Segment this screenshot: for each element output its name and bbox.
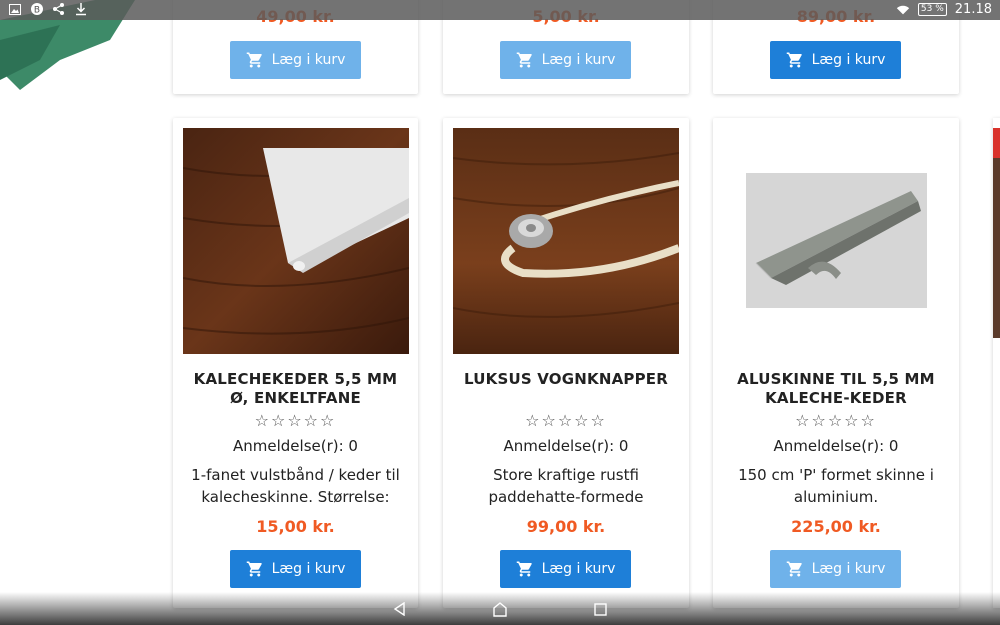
product-title[interactable]: KALECHEKEDER 5,5 MM Ø, ENKELTFANE	[183, 370, 408, 408]
review-count: Anmeldelse(r): 0	[503, 437, 629, 455]
product-price: 15,00 kr.	[256, 517, 335, 536]
product-image-partial	[993, 128, 1000, 338]
product-card: ALUSKINNE TIL 5,5 MM KALECHE-KEDER ☆☆☆☆☆…	[713, 118, 959, 608]
status-bar: B 53 % 21.18	[0, 0, 1000, 20]
product-image-vognknapper[interactable]	[453, 128, 679, 354]
cart-icon	[786, 51, 804, 69]
image-icon	[8, 2, 22, 16]
product-title[interactable]: ALUSKINNE TIL 5,5 MM KALECHE-KEDER	[723, 370, 949, 408]
sync-icon: B	[30, 2, 44, 16]
button-label: Læg i kurv	[811, 52, 886, 68]
description-line: kalecheskinne. Størrelse:	[201, 488, 390, 506]
cart-icon	[786, 560, 804, 578]
rating-stars: ☆☆☆☆☆	[254, 411, 337, 430]
add-to-cart-button[interactable]: Læg i kurv	[230, 41, 361, 79]
product-description: 1-fanet vulstbånd / keder til kalecheski…	[181, 464, 410, 508]
product-title[interactable]: LUKSUS VOGNKNAPPER	[453, 370, 679, 389]
home-icon[interactable]	[490, 600, 510, 618]
description-line: aluminium.	[793, 488, 879, 506]
clock: 21.18	[954, 2, 992, 17]
button-label: Læg i kurv	[541, 52, 616, 68]
add-to-cart-button[interactable]: Læg i kurv	[770, 41, 901, 79]
button-label: Læg i kurv	[271, 561, 346, 577]
product-description: 150 cm 'P' formet skinne i aluminium.	[721, 464, 951, 508]
description-line: 1-fanet vulstbånd / keder til	[191, 466, 400, 484]
product-image-kalechekeder[interactable]	[183, 128, 409, 354]
rating-stars: ☆☆☆☆☆	[795, 411, 877, 430]
add-to-cart-button[interactable]: Læg i kurv	[230, 550, 361, 588]
description-line: paddehatte-formede	[488, 488, 644, 506]
product-image-aluskinne[interactable]	[746, 173, 927, 308]
battery-indicator: 53 %	[917, 3, 947, 16]
product-price: 99,00 kr.	[526, 517, 606, 536]
cart-icon	[516, 51, 534, 69]
product-card-partial[interactable]	[993, 118, 1000, 608]
review-count: Anmeldelse(r): 0	[233, 437, 358, 455]
back-icon[interactable]	[390, 600, 410, 618]
cart-icon	[246, 560, 264, 578]
add-to-cart-button[interactable]: Læg i kurv	[770, 550, 901, 588]
cart-icon	[516, 560, 534, 578]
review-count: Anmeldelse(r): 0	[773, 437, 899, 455]
wifi-icon	[896, 3, 910, 17]
button-label: Læg i kurv	[271, 52, 346, 68]
product-price: 225,00 kr.	[791, 517, 881, 536]
button-label: Læg i kurv	[541, 561, 616, 577]
rating-stars: ☆☆☆☆☆	[525, 411, 607, 430]
navigation-bar	[0, 592, 1000, 625]
svg-text:B: B	[34, 6, 40, 16]
add-to-cart-button[interactable]: Læg i kurv	[500, 550, 631, 588]
button-label: Læg i kurv	[811, 561, 886, 577]
product-card: LUKSUS VOGNKNAPPER ☆☆☆☆☆ Anmeldelse(r): …	[443, 118, 689, 608]
product-card: KALECHEKEDER 5,5 MM Ø, ENKELTFANE ☆☆☆☆☆ …	[173, 118, 418, 608]
product-description: Store kraftige rustfi paddehatte-formede	[451, 464, 681, 508]
description-line: Store kraftige rustfi	[493, 466, 639, 484]
cart-icon	[246, 51, 264, 69]
share-icon	[52, 2, 66, 16]
description-line: 150 cm 'P' formet skinne i	[738, 466, 934, 484]
download-icon	[74, 2, 88, 16]
recents-icon[interactable]	[590, 600, 610, 618]
add-to-cart-button[interactable]: Læg i kurv	[500, 41, 631, 79]
